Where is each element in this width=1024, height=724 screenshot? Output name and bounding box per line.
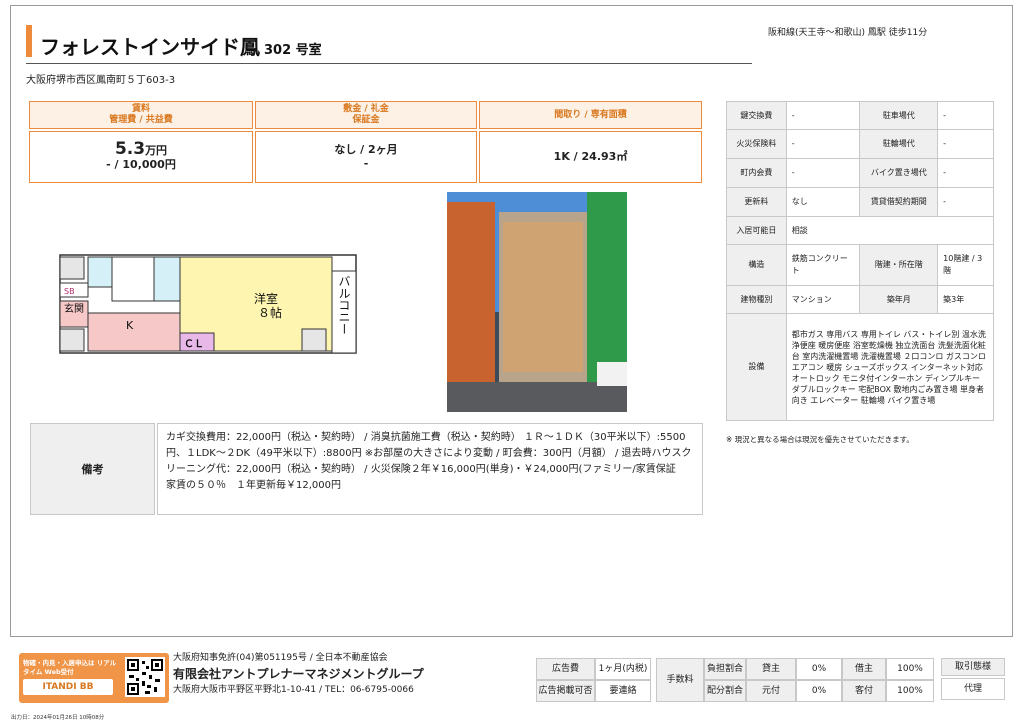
floors-value: 10階建 / 3階 [937, 244, 994, 286]
company-name: 有限会社アントプレナーマネジメントグループ [173, 667, 424, 681]
move-in-value: 相談 [785, 216, 995, 245]
client-agent-value: 100% [886, 680, 934, 702]
renewal-fee-label: 更新料 [726, 187, 787, 217]
equipment-label: 設備 [726, 313, 787, 421]
property-name: フォレストインサイド鳳 [40, 35, 260, 59]
bicycle-parking-label: 駐輪場代 [859, 129, 939, 159]
property-title: フォレストインサイド鳳 302 号室 [40, 31, 322, 60]
station-access: 阪和線(天王寺～和歌山) 鳳駅 徒歩11分 [768, 28, 928, 38]
rent-unit: 万円 [145, 144, 168, 157]
ad-fee-value: 1ヶ月(内税) [595, 658, 651, 680]
guarantee-header-label: 保証金 [352, 115, 380, 125]
deposit-header-label: 敷金 / 礼金 [343, 104, 389, 114]
equipment-value: 都市ガス 専用バス 専用トイレ バス・トイレ別 温水洗浄便座 暖房便座 浴室乾燥… [785, 313, 995, 421]
split-label: 配分割合 [704, 680, 746, 702]
move-in-label: 入居可能日 [726, 216, 787, 245]
entrance-label: 玄関 [64, 302, 84, 315]
origin-agent-value: 0% [796, 680, 842, 702]
room-number: 302 号室 [264, 43, 322, 58]
bike-parking-label: バイク置き場代 [859, 158, 939, 188]
guarantee-value: - [363, 157, 369, 170]
sb-label: SB [64, 287, 75, 296]
building-type-value: マンション [785, 285, 861, 314]
property-address: 大阪府堺市西区鳳南町５丁603-3 [26, 75, 176, 86]
deposit-value-cell: なし / 2ヶ月 - [255, 131, 477, 183]
balcony-label: バルコニー [337, 275, 351, 335]
parking-label: 駐車場代 [859, 101, 939, 130]
deposit-header: 敷金 / 礼金 保証金 [255, 101, 477, 129]
deal-type-label: 取引態様 [941, 658, 1005, 676]
ad-ok-value: 要連絡 [595, 680, 651, 702]
title-accent-bar [26, 25, 32, 57]
deposit-key-value: なし / 2ヶ月 [334, 143, 398, 156]
remarks-text: カギ交換費用：22,000円（税込・契約時） / 消臭抗菌施工費（税込・契約時）… [157, 423, 703, 515]
fire-insurance-label: 火災保険料 [726, 129, 787, 159]
town-fee-value: - [785, 158, 861, 188]
kitchen-label: K [126, 319, 134, 332]
building-age-label: 築年月 [859, 285, 939, 314]
building-type-label: 建物種別 [726, 285, 787, 314]
town-fee-label: 町内会費 [726, 158, 787, 188]
itandi-logo: ITANDI BB [23, 679, 113, 695]
property-info-table: 鍵交換費 - 駐車場代 - 火災保険料 - 駐輪場代 - 町内会費 - バイク置… [726, 101, 995, 421]
disclaimer-note: ※ 現況と異なる場合は現況を優先させていただきます。 [726, 435, 914, 444]
layout-header-label: 間取り / 専有面積 [554, 109, 627, 120]
closet-label: ＣＬ [184, 338, 204, 350]
deal-type-value: 代理 [941, 678, 1005, 700]
fire-insurance-value: - [785, 129, 861, 159]
banner-text: 物確・内見・入居申込は リアルタイム Web受付 [23, 659, 117, 676]
client-agent-label: 客付 [842, 680, 886, 702]
rent-header: 賃料 管理費 / 共益費 [29, 101, 253, 129]
qr-code-icon[interactable] [125, 657, 165, 697]
printed-timestamp: 出力日：2024年01月26日 10時08分 [11, 715, 105, 721]
bike-parking-value: - [937, 158, 994, 188]
parking-value: - [937, 101, 994, 130]
building-photo [447, 192, 627, 412]
lessor-value: 0% [796, 658, 842, 680]
key-exchange-label: 鍵交換費 [726, 101, 787, 130]
layout-header: 間取り / 専有面積 [479, 101, 702, 129]
origin-agent-label: 元付 [746, 680, 796, 702]
mgmt-fee-header-label: 管理費 / 共益費 [109, 115, 173, 125]
rent-value-cell: 5.3万円 - / 10,000円 [29, 131, 253, 183]
tenant-label: 借主 [842, 658, 886, 680]
remarks-label: 備考 [30, 423, 155, 515]
burden-label: 負担割合 [704, 658, 746, 680]
itandi-banner[interactable]: 物確・内見・入居申込は リアルタイム Web受付 ITANDI BB [19, 653, 169, 703]
key-exchange-value: - [785, 101, 861, 130]
mgmt-fee-value: - / 10,000円 [106, 158, 176, 171]
rent-value: 5.3 [114, 139, 146, 159]
ad-fee-label: 広告費 [536, 658, 595, 680]
building-age-value: 築3年 [937, 285, 994, 314]
rent-header-label: 賃料 [131, 104, 150, 114]
lessor-label: 貸主 [746, 658, 796, 680]
company-info: 大阪府知事免許(04)第051195号 / 全日本不動産協会 有限会社アントプレ… [173, 651, 424, 698]
bicycle-parking-value: - [937, 129, 994, 159]
floor-plan: バルコニー SB 玄関 K ＣＬ 洋室 ８帖 [59, 254, 357, 354]
commission-label: 手数料 [656, 658, 704, 702]
company-address: 大阪府大阪市平野区平野北1-10-41 / TEL：06-6795-0066 [173, 685, 414, 695]
structure-label: 構造 [726, 244, 787, 286]
lease-period-label: 賃貸借契約期間 [859, 187, 939, 217]
room-size-label: ８帖 [258, 305, 282, 320]
lease-period-value: - [937, 187, 994, 217]
structure-value: 鉄筋コンクリート [785, 244, 861, 286]
renewal-fee-value: なし [785, 187, 861, 217]
license-number: 大阪府知事免許(04)第051195号 / 全日本不動産協会 [173, 653, 388, 663]
title-underline [26, 63, 752, 64]
room-label: 洋室 [254, 291, 278, 306]
ad-ok-label: 広告掲載可否 [536, 680, 595, 702]
layout-area-value: 1K / 24.93㎡ [553, 150, 628, 163]
floors-label: 階建・所在階 [859, 244, 939, 286]
layout-value-cell: 1K / 24.93㎡ [479, 131, 702, 183]
tenant-value: 100% [886, 658, 934, 680]
